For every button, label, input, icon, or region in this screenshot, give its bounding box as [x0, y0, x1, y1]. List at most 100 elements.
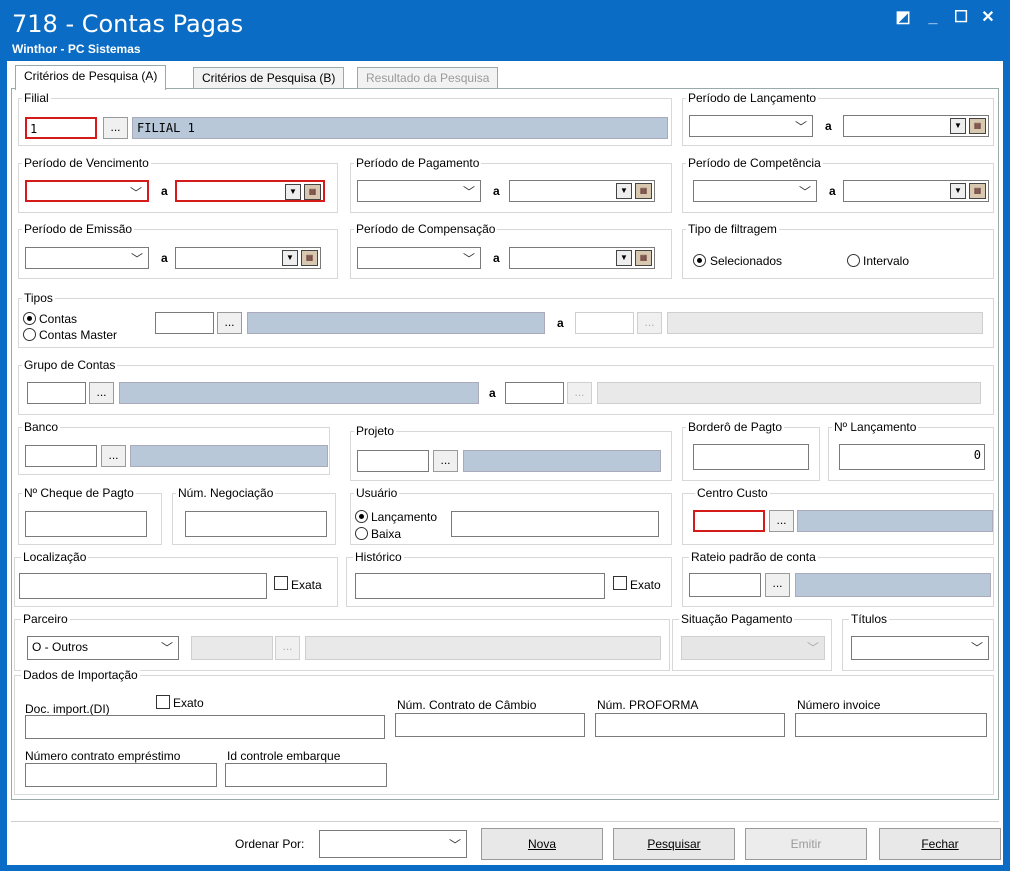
- grupo-start-lookup[interactable]: ...: [89, 382, 114, 404]
- num-lancamento-group: Nº Lançamento 0: [828, 420, 994, 481]
- ordenar-label: Ordenar Por:: [235, 837, 305, 851]
- tab-resultado[interactable]: Resultado da Pesquisa: [357, 67, 499, 89]
- titulos-select[interactable]: ﹀: [851, 636, 989, 660]
- vencimento-start-date[interactable]: ﹀: [25, 180, 149, 202]
- parceiro-select[interactable]: O - Outros ﹀: [27, 636, 179, 660]
- centro-custo-lookup-button[interactable]: ...: [769, 510, 794, 532]
- lancamento-start-date[interactable]: ﹀: [689, 115, 813, 137]
- dropdown-arrow-icon[interactable]: ▼: [616, 183, 632, 199]
- banco-lookup-button[interactable]: ...: [101, 445, 126, 467]
- pesquisar-button[interactable]: Pesquisar: [613, 828, 735, 860]
- tipos-a-label: a: [557, 316, 564, 330]
- competencia-a-label: a: [829, 184, 836, 198]
- app-window: 718 - Contas Pagas Winthor - PC Sistemas…: [0, 0, 1010, 871]
- vencimento-end-date[interactable]: ▼ ▦: [175, 180, 325, 202]
- contrato-emprestimo-input[interactable]: [25, 763, 217, 787]
- rateio-lookup-button[interactable]: ...: [765, 573, 790, 597]
- pagamento-end-date[interactable]: ▼ ▦: [509, 180, 655, 202]
- chevron-down-icon: ﹀: [806, 641, 819, 655]
- competencia-start-date[interactable]: ﹀: [693, 180, 817, 202]
- contrato-cambio-input[interactable]: [395, 713, 585, 737]
- filial-code-input[interactable]: 1: [25, 117, 97, 139]
- filial-description: FILIAL 1: [132, 117, 668, 139]
- banco-label: Banco: [22, 420, 61, 434]
- tab-criterios-a[interactable]: Critérios de Pesquisa (A): [15, 65, 167, 90]
- chevron-down-icon: ﹀: [794, 120, 807, 134]
- dropdown-arrow-icon[interactable]: ▼: [950, 118, 966, 134]
- calendar-icon[interactable]: ▦: [635, 183, 652, 199]
- centro-custo-code-input[interactable]: [693, 510, 765, 532]
- intervalo-radio[interactable]: [847, 254, 860, 267]
- pagamento-start-date[interactable]: ﹀: [357, 180, 481, 202]
- id-embarque-input[interactable]: [225, 763, 387, 787]
- maximize-button[interactable]: ☐: [950, 8, 972, 30]
- dropdown-arrow-icon[interactable]: ▼: [282, 250, 298, 266]
- contas-master-radio[interactable]: [23, 328, 36, 341]
- fechar-button[interactable]: Fechar: [879, 828, 1001, 860]
- competencia-end-date[interactable]: ▼ ▦: [843, 180, 989, 202]
- projeto-code-input[interactable]: [357, 450, 429, 472]
- projeto-lookup-button[interactable]: ...: [433, 450, 458, 472]
- tab-criterios-b[interactable]: Critérios de Pesquisa (B): [193, 67, 345, 89]
- titulos-group: Títulos ﹀: [842, 612, 994, 671]
- selecionados-radio[interactable]: [693, 254, 706, 267]
- compensacao-start-date[interactable]: ﹀: [357, 247, 481, 269]
- titulos-label: Títulos: [849, 612, 890, 626]
- dropdown-arrow-icon[interactable]: ▼: [950, 183, 966, 199]
- parceiro-lookup-button[interactable]: ...: [275, 636, 300, 660]
- proforma-input[interactable]: [595, 713, 785, 737]
- emissao-end-date[interactable]: ▼ ▦: [175, 247, 321, 269]
- bordero-input[interactable]: [693, 444, 809, 470]
- emissao-start-date[interactable]: ﹀: [25, 247, 149, 269]
- calendar-icon[interactable]: ▦: [969, 183, 986, 199]
- lancamento-end-date[interactable]: ▼ ▦: [843, 115, 989, 137]
- cheque-input[interactable]: [25, 511, 147, 537]
- chevron-down-icon: ﹀: [462, 185, 475, 199]
- grupo-end-lookup[interactable]: ...: [567, 382, 592, 404]
- num-lancamento-label: Nº Lançamento: [832, 420, 919, 434]
- calendar-icon[interactable]: ▦: [635, 250, 652, 266]
- baixa-radio[interactable]: [355, 527, 368, 540]
- doc-exato-checkbox[interactable]: [156, 695, 170, 709]
- restore-icon[interactable]: ◩: [892, 8, 914, 30]
- tipos-start-lookup[interactable]: ...: [217, 312, 242, 334]
- contas-radio[interactable]: [23, 312, 36, 325]
- historico-input[interactable]: [355, 573, 605, 599]
- localizacao-input[interactable]: [19, 573, 267, 599]
- situacao-select[interactable]: ﹀: [681, 636, 825, 660]
- compensacao-end-date[interactable]: ▼ ▦: [509, 247, 655, 269]
- ordenar-select[interactable]: ﹀: [319, 830, 467, 858]
- filial-lookup-button[interactable]: ...: [103, 117, 128, 139]
- grupo-start-code[interactable]: [27, 382, 86, 404]
- grupo-contas-group: Grupo de Contas ... a ...: [18, 358, 994, 415]
- bordero-label: Borderô de Pagto: [686, 420, 785, 434]
- nova-button[interactable]: Nova: [481, 828, 603, 860]
- tipos-end-lookup[interactable]: ...: [637, 312, 662, 334]
- minimize-button[interactable]: _: [922, 8, 944, 30]
- num-lancamento-input[interactable]: 0: [839, 444, 985, 470]
- chevron-down-icon: ﹀: [462, 252, 475, 266]
- tipos-label: Tipos: [22, 291, 55, 305]
- localizacao-exata-checkbox[interactable]: [274, 576, 288, 590]
- lancamento-radio[interactable]: [355, 510, 368, 523]
- emitir-button[interactable]: Emitir: [745, 828, 867, 860]
- historico-exato-checkbox[interactable]: [613, 576, 627, 590]
- calendar-icon[interactable]: ▦: [304, 184, 321, 200]
- tipos-end-code[interactable]: [575, 312, 634, 334]
- usuario-input[interactable]: [451, 511, 659, 537]
- negociacao-input[interactable]: [185, 511, 327, 537]
- close-button[interactable]: ✕: [977, 8, 999, 30]
- invoice-input[interactable]: [795, 713, 987, 737]
- dropdown-arrow-icon[interactable]: ▼: [616, 250, 632, 266]
- calendar-icon[interactable]: ▦: [969, 118, 986, 134]
- parceiro-code-input[interactable]: [191, 636, 273, 660]
- doc-import-input[interactable]: [25, 715, 385, 739]
- grupo-end-code[interactable]: [505, 382, 564, 404]
- rateio-code-input[interactable]: [689, 573, 761, 597]
- dropdown-arrow-icon[interactable]: ▼: [285, 184, 301, 200]
- banco-group: Banco ...: [18, 420, 330, 475]
- banco-code-input[interactable]: [25, 445, 97, 467]
- calendar-icon[interactable]: ▦: [301, 250, 318, 266]
- localizacao-label: Localização: [21, 550, 89, 564]
- tipos-start-code[interactable]: [155, 312, 214, 334]
